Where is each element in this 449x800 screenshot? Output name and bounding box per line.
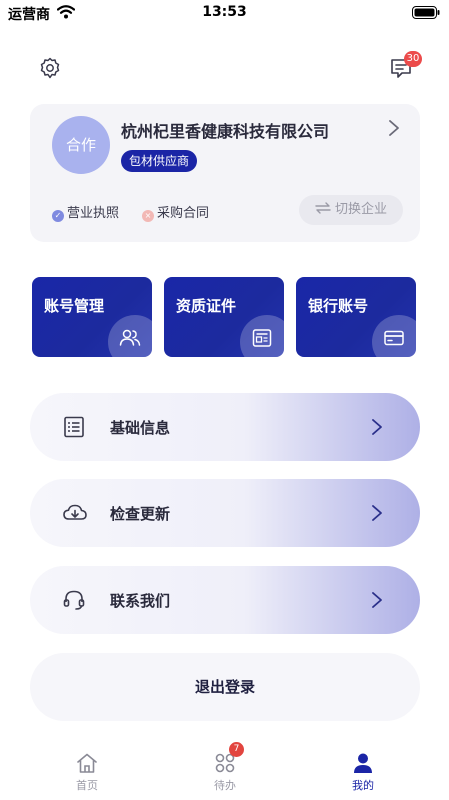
person-icon	[354, 753, 372, 773]
menu-label: 联系我们	[110, 592, 171, 610]
tile-label: 银行账号	[308, 297, 369, 315]
menu-item-contact-us[interactable]: 联系我们	[30, 566, 420, 634]
menu-label: 检查更新	[110, 505, 171, 523]
tab-todo[interactable]: 待办	[195, 752, 255, 793]
status-time: 13:53	[202, 4, 247, 20]
cert-label: 采购合同	[157, 206, 210, 221]
cloud-download-icon	[63, 504, 87, 520]
tile-label: 资质证件	[176, 297, 237, 315]
status-bar: 运营商 13:53	[0, 0, 449, 26]
chevron-right-icon	[372, 419, 382, 435]
tab-mine[interactable]: 我的	[333, 752, 393, 793]
bank-card-icon	[384, 330, 404, 346]
qualification-tile[interactable]: 资质证件	[164, 277, 284, 357]
users-icon	[119, 329, 141, 346]
logout-button[interactable]: 退出登录	[30, 653, 420, 721]
cert-business-license[interactable]: ✓ 营业执照	[52, 202, 119, 222]
tab-label: 我的	[352, 779, 374, 792]
document-icon	[252, 329, 272, 347]
message-count-badge: 30	[404, 51, 422, 67]
cert-label: 营业执照	[67, 206, 120, 221]
account-management-tile[interactable]: 账号管理	[32, 277, 152, 357]
tab-label: 待办	[214, 779, 236, 792]
battery-icon	[412, 6, 440, 19]
tab-home[interactable]: 首页	[57, 752, 117, 793]
company-card[interactable]: 合作 杭州杞里香健康科技有限公司 包材供应商 ✓ 营业执照 × 采购合同 切换企业	[30, 104, 420, 242]
home-icon	[77, 753, 97, 773]
tile-label: 账号管理	[44, 297, 105, 315]
check-icon: ✓	[52, 210, 64, 222]
menu-label: 基础信息	[110, 419, 171, 437]
menu-item-basic-info[interactable]: 基础信息	[30, 393, 420, 461]
headset-icon	[63, 590, 85, 610]
role-badge: 包材供应商	[121, 150, 198, 172]
gear-icon[interactable]	[38, 56, 62, 80]
chevron-right-icon	[372, 505, 382, 521]
list-icon	[64, 416, 84, 438]
bank-account-tile[interactable]: 银行账号	[296, 277, 416, 357]
cert-purchase-contract[interactable]: × 采购合同	[142, 202, 209, 222]
chevron-right-icon[interactable]	[386, 118, 402, 138]
switch-company-label: 切换企业	[334, 202, 387, 217]
company-name: 杭州杞里香健康科技有限公司	[121, 122, 330, 141]
company-avatar: 合作	[52, 116, 110, 174]
cross-icon: ×	[142, 210, 154, 222]
switch-company-button[interactable]: 切换企业	[299, 195, 403, 225]
todo-count-badge: 7	[229, 742, 244, 757]
tab-label: 首页	[76, 779, 98, 792]
swap-arrows-icon	[315, 202, 331, 214]
chevron-right-icon	[372, 592, 382, 608]
menu-item-check-update[interactable]: 检查更新	[30, 479, 420, 547]
